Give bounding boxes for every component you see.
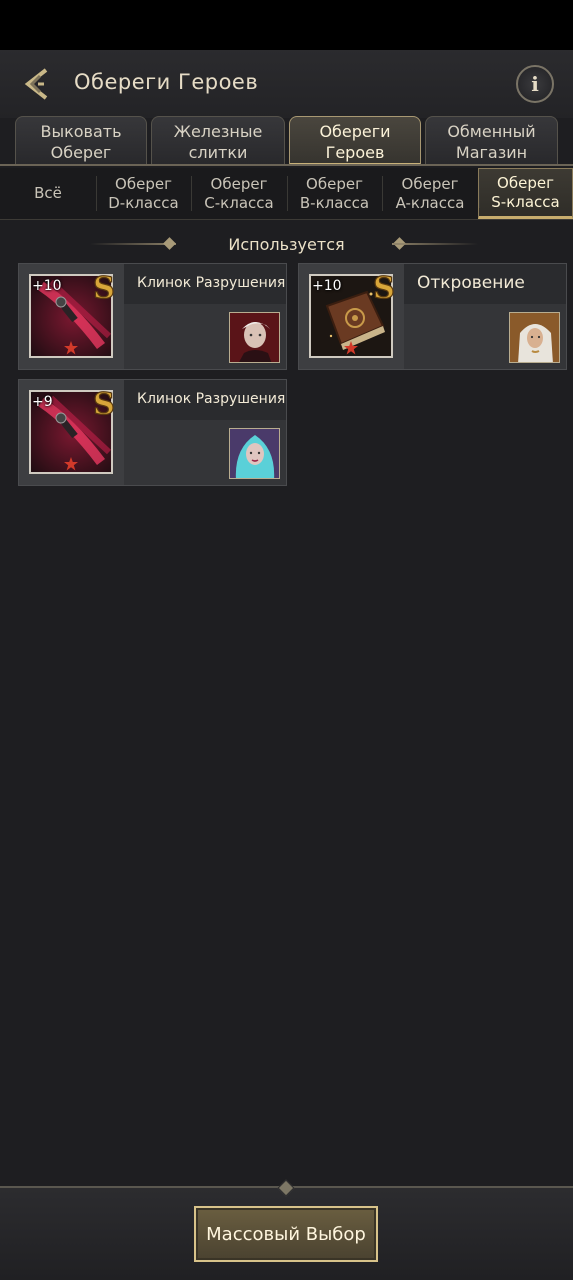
white-haired-hero-portrait[interactable] — [229, 312, 280, 363]
amulet-card[interactable]: +10 S Клинок Разрушения — [18, 263, 287, 370]
subtab-a-class[interactable]: Оберег A-класса — [382, 168, 478, 219]
amulet-name: Откровение — [417, 273, 525, 293]
section-header: Используется — [0, 232, 573, 258]
veiled-heroine-portrait[interactable] — [509, 312, 560, 363]
subtab-b-class[interactable]: Оберег B-класса — [287, 168, 382, 219]
section-title: Используется — [228, 235, 345, 254]
tab-exchange-shop[interactable]: Обменный Магазин — [425, 116, 558, 166]
info-icon: i — [531, 72, 539, 96]
s-grade-badge-icon: S — [89, 386, 119, 422]
tab-iron-ingots[interactable]: Железные слитки — [151, 116, 285, 166]
tab-forge-amulet[interactable]: Выковать Оберег — [15, 116, 147, 166]
svg-text:S: S — [373, 271, 395, 304]
enhance-level: +10 — [32, 278, 62, 294]
s-grade-badge-icon: S — [369, 270, 399, 306]
mass-select-button[interactable]: Массовый Выбор — [194, 1206, 378, 1262]
s-grade-badge-icon: S — [89, 270, 119, 306]
grade-filter-tabs: Всё Оберег D-класса Оберег C-класса Обер… — [0, 168, 573, 220]
main-tabs: Выковать Оберег Железные слитки Обереги … — [0, 116, 573, 166]
ornament-icon — [277, 1179, 295, 1197]
header: Обереги Героев i — [0, 50, 573, 118]
page-title: Обереги Героев — [74, 70, 259, 94]
teal-haired-heroine-portrait[interactable] — [229, 428, 280, 479]
star-icon — [64, 456, 78, 471]
info-button[interactable]: i — [516, 65, 554, 103]
star-icon — [64, 340, 78, 355]
subtab-s-class[interactable]: Оберег S-класса — [478, 168, 573, 219]
amulet-name: Клинок Разрушения — [137, 275, 286, 291]
bottom-bar: Массовый Выбор — [0, 1179, 573, 1280]
status-bar — [0, 0, 573, 50]
enhance-level: +9 — [32, 394, 53, 410]
back-arrow-icon — [24, 68, 48, 100]
enhance-level: +10 — [312, 278, 342, 294]
svg-text:S: S — [93, 271, 115, 304]
subtab-all[interactable]: Всё — [0, 168, 96, 219]
star-icon — [344, 340, 358, 355]
amulet-card[interactable]: +10 S Откровение — [298, 263, 567, 370]
amulet-card[interactable]: +9 S Клинок Разрушения — [18, 379, 287, 486]
svg-text:S: S — [93, 387, 115, 420]
subtab-d-class[interactable]: Оберег D-класса — [96, 168, 191, 219]
subtab-c-class[interactable]: Оберег C-класса — [191, 168, 287, 219]
amulet-name: Клинок Разрушения — [137, 391, 286, 407]
back-button[interactable] — [16, 62, 60, 106]
tab-hero-amulets[interactable]: Обереги Героев — [289, 116, 421, 166]
